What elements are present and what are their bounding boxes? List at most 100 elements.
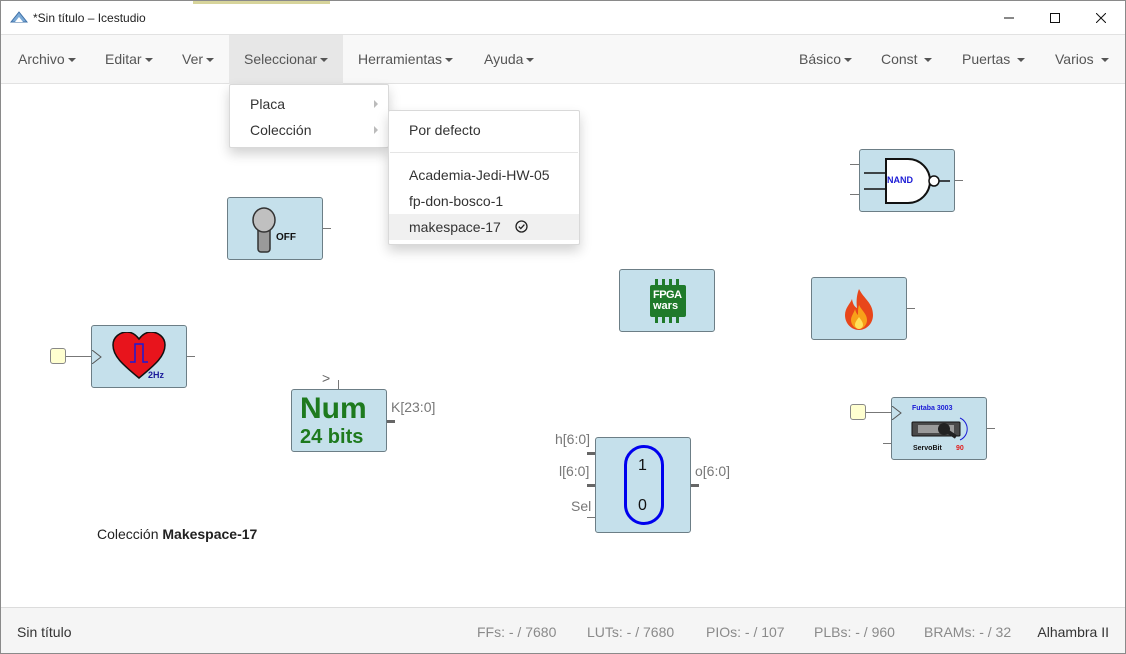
switch-block[interactable]: OFF <box>227 197 323 260</box>
caret-down-icon <box>526 58 535 63</box>
minimize-button[interactable] <box>986 1 1032 34</box>
menu-herramientas[interactable]: Herramientas <box>343 35 468 84</box>
menu-divider <box>390 152 578 153</box>
mux-sel-pin[interactable] <box>587 517 595 518</box>
title-accent-strip <box>193 1 330 4</box>
num-constant-block[interactable]: Num 24 bits <box>291 389 387 452</box>
mux-input-l-pin[interactable] <box>587 484 595 487</box>
mux-sel-label: Sel <box>571 498 592 514</box>
mux-top-value: 1 <box>638 457 647 474</box>
fire-output-pin[interactable] <box>907 308 915 309</box>
maximize-button[interactable] <box>1032 1 1078 34</box>
heart-input-pin[interactable] <box>50 348 66 364</box>
menu-label: Puertas <box>962 51 1011 67</box>
heart-clock-block[interactable]: 2Hz <box>91 325 187 388</box>
menu-label: Archivo <box>18 51 65 67</box>
num-output-pin[interactable] <box>387 420 395 423</box>
menu-seleccionar[interactable]: Seleccionar <box>229 35 343 84</box>
submenu-arrow-icon <box>374 100 378 108</box>
collection-label: Colección Makespace-17 <box>97 526 257 542</box>
menu-editar[interactable]: Editar <box>90 35 168 84</box>
collection-item-academia-jedi[interactable]: Academia-Jedi-HW-05 <box>389 162 579 188</box>
nand-output-pin[interactable] <box>955 180 963 181</box>
menu-label: Seleccionar <box>244 51 318 67</box>
mux-block[interactable]: 1 0 <box>595 437 691 533</box>
caret-down-icon <box>67 58 76 63</box>
servo-block[interactable]: Futaba 3003 ServoBit 90 <box>891 397 987 460</box>
nand-label: NAND <box>887 175 913 185</box>
minimize-icon <box>1004 17 1014 18</box>
close-icon <box>1096 12 1106 23</box>
num-output-label: K[23:0] <box>391 399 436 415</box>
input-arrow-icon <box>92 350 102 364</box>
caret-down-icon <box>144 58 153 63</box>
brams-usage: BRAMs: - / 32 <box>924 624 1012 640</box>
servo-output-pin[interactable] <box>987 428 995 429</box>
menu-label: Básico <box>799 51 842 67</box>
switch-output-pin[interactable] <box>323 228 331 229</box>
menu-ayuda[interactable]: Ayuda <box>469 35 549 84</box>
caret-down-icon <box>320 58 329 63</box>
mux-output-pin[interactable] <box>691 484 699 487</box>
nand-gate-block[interactable]: NAND <box>859 149 955 212</box>
menu-item-label: fp-don-bosco-1 <box>409 193 504 209</box>
menu-label: Ayuda <box>484 51 524 67</box>
collection-label-name: Makespace-17 <box>162 526 258 542</box>
menu-puertas[interactable]: Puertas <box>947 35 1040 84</box>
nand-input-b-pin[interactable] <box>850 194 859 195</box>
menu-label: Varios <box>1055 51 1094 67</box>
heart-frequency-label: 2Hz <box>148 370 165 380</box>
caret-down-icon <box>1100 58 1109 63</box>
nand-input-a-pin[interactable] <box>850 164 859 165</box>
mux-input-h-pin[interactable] <box>587 452 595 455</box>
servo-input-pin[interactable] <box>850 404 866 420</box>
heart-input-wire <box>66 356 91 357</box>
num-input-symbol: > <box>322 370 331 386</box>
coleccion-submenu: Por defecto Academia-Jedi-HW-05 fp-don-b… <box>388 110 580 245</box>
menu-varios[interactable]: Varios <box>1040 35 1124 84</box>
title-bar: *Sin título – Icestudio <box>1 1 1125 34</box>
servo-input-wire <box>866 412 891 413</box>
caret-down-icon <box>844 58 853 63</box>
servo-motor-icon <box>911 417 968 441</box>
heart-output-pin[interactable] <box>187 356 195 357</box>
collection-item-fp-don-bosco[interactable]: fp-don-bosco-1 <box>389 188 579 214</box>
caret-down-icon <box>1017 58 1026 63</box>
menu-label: Editar <box>105 51 142 67</box>
servo-input-b-pin[interactable] <box>883 443 891 444</box>
menu-item-label: Colección <box>250 122 312 138</box>
fpgawars-block[interactable]: FPGA wars <box>619 269 715 332</box>
plbs-usage: PLBs: - / 960 <box>814 624 895 640</box>
caret-down-icon <box>445 58 454 63</box>
input-arrow-icon <box>892 406 902 420</box>
mux-output-label: o[6:0] <box>695 463 731 479</box>
collection-item-default[interactable]: Por defecto <box>389 117 579 143</box>
menu-item-label: Academia-Jedi-HW-05 <box>409 167 550 183</box>
fire-block[interactable] <box>811 277 907 340</box>
menu-archivo[interactable]: Archivo <box>3 35 91 84</box>
servo-brand-label: Futaba 3003 <box>912 405 953 412</box>
fire-icon <box>845 289 873 330</box>
toggle-switch-icon <box>252 207 276 253</box>
menu-item-coleccion[interactable]: Colección <box>230 117 388 143</box>
menu-const[interactable]: Const <box>866 35 947 84</box>
num-bits-label: 24 bits <box>300 426 364 448</box>
project-name: Sin título <box>17 624 72 640</box>
menu-basico[interactable]: Básico <box>784 35 867 84</box>
check-circle-icon <box>515 220 528 233</box>
maximize-icon <box>1050 12 1060 23</box>
num-title: Num <box>300 392 367 425</box>
luts-usage: LUTs: - / 7680 <box>587 624 675 640</box>
num-input-pin[interactable] <box>338 380 339 389</box>
collection-label-prefix: Colección <box>97 526 159 542</box>
menu-item-label: makespace-17 <box>409 219 501 235</box>
caret-down-icon <box>924 58 933 63</box>
menu-item-label: Placa <box>250 96 286 112</box>
menu-item-placa[interactable]: Placa <box>230 91 388 117</box>
collection-item-makespace[interactable]: makespace-17 <box>389 214 579 240</box>
menu-label: Herramientas <box>358 51 443 67</box>
close-button[interactable] <box>1078 1 1124 34</box>
window-title: *Sin título – Icestudio <box>33 11 146 25</box>
menu-ver[interactable]: Ver <box>167 35 229 84</box>
board-name[interactable]: Alhambra II <box>1037 624 1109 640</box>
